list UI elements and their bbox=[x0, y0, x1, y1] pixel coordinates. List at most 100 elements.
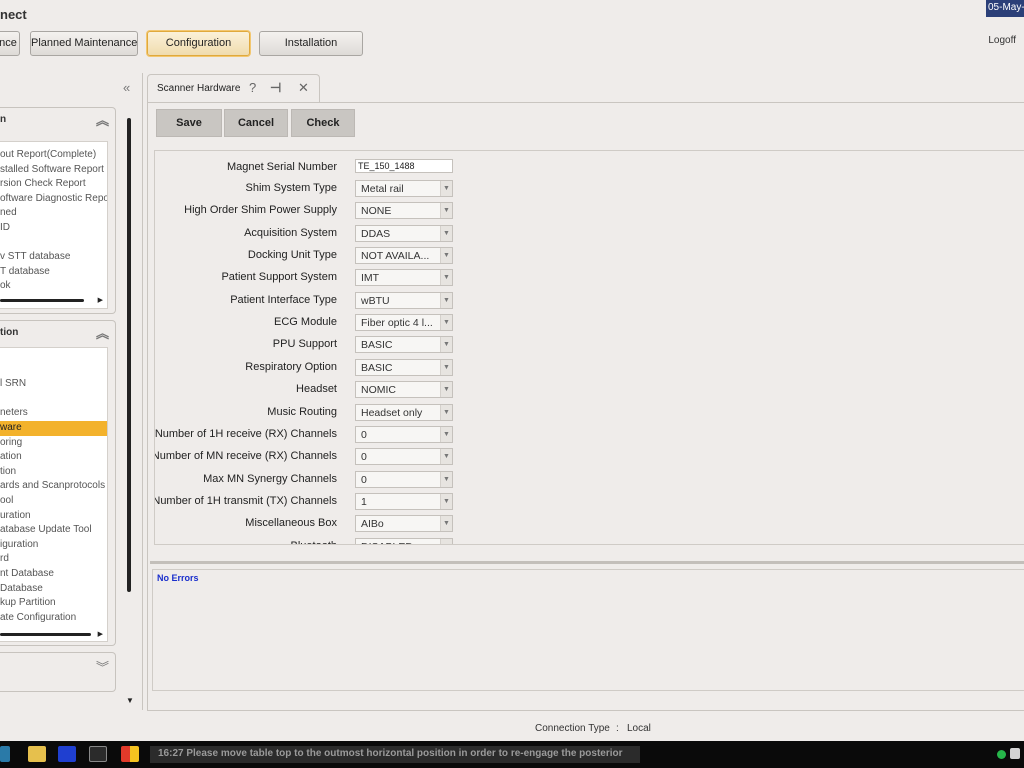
dropdown[interactable]: Headset only ▼ bbox=[355, 403, 453, 421]
chevron-down-icon[interactable]: ▼ bbox=[440, 471, 452, 487]
nav-group-configuration: tion ︽ l SRN neters ware oring ation tion ards… bbox=[0, 320, 116, 646]
nav-item[interactable]: ate Configuration bbox=[0, 611, 107, 626]
start-icon[interactable] bbox=[0, 746, 10, 762]
tab-scanner-hardware[interactable]: Scanner Hardware ? ⊣ ✕ bbox=[147, 74, 320, 103]
horizontal-scrollbar[interactable] bbox=[0, 633, 91, 636]
group-header[interactable]: tion ︽ bbox=[0, 321, 115, 343]
chevron-down-icon[interactable]: ▼ bbox=[440, 292, 452, 308]
nav-item[interactable]: uration bbox=[0, 509, 107, 524]
nav-item[interactable]: l SRN bbox=[0, 377, 107, 392]
nav-item[interactable]: oring bbox=[0, 436, 107, 451]
field-label: Magnet Serial Number bbox=[226, 161, 337, 173]
folder-icon[interactable] bbox=[28, 746, 46, 762]
expand-down-icon[interactable]: ︾ bbox=[96, 657, 109, 676]
nav-item[interactable]: out Report(Complete) bbox=[0, 148, 107, 163]
chevron-down-icon[interactable]: ▼ bbox=[440, 315, 452, 331]
dropdown[interactable]: BASIC ▼ bbox=[355, 358, 453, 376]
chevron-down-icon[interactable]: ▼ bbox=[440, 426, 452, 442]
help-icon[interactable]: ? bbox=[249, 80, 256, 95]
nav-item[interactable]: ware bbox=[0, 420, 107, 436]
chevron-down-icon[interactable]: ▼ bbox=[440, 404, 452, 420]
nav-item[interactable]: stalled Software Report bbox=[0, 163, 107, 178]
nav-item[interactable] bbox=[0, 392, 107, 407]
chevron-down-icon[interactable]: ▼ bbox=[440, 248, 452, 264]
nav-item[interactable]: atabase Update Tool bbox=[0, 523, 107, 538]
chevron-down-icon[interactable]: ▼ bbox=[440, 181, 452, 196]
dropdown[interactable]: BASIC ▼ bbox=[355, 336, 453, 354]
chevron-down-icon[interactable]: ▼ bbox=[440, 337, 452, 353]
nav-item[interactable]: iguration bbox=[0, 538, 107, 553]
dropdown[interactable]: 0 ▼ bbox=[355, 448, 453, 466]
nav-tab-planned-maintenance[interactable]: Planned Maintenance bbox=[30, 31, 138, 56]
pin-icon[interactable]: ⊣ bbox=[270, 80, 281, 96]
dropdown[interactable]: AIBo ▼ bbox=[355, 515, 453, 533]
nav-item[interactable]: ok bbox=[0, 279, 107, 294]
chevron-down-icon[interactable]: ▼ bbox=[440, 203, 452, 219]
logoff-link[interactable]: Logoff bbox=[988, 35, 1016, 46]
nav-item[interactable]: rsion Check Report bbox=[0, 177, 107, 192]
nav-item[interactable]: ation bbox=[0, 450, 107, 465]
dropdown[interactable]: IMT ▼ bbox=[355, 269, 453, 287]
group-title: n bbox=[0, 114, 7, 125]
magnet-serial-input[interactable]: TE_150_1488 bbox=[355, 159, 453, 173]
nav-item[interactable]: ool bbox=[0, 494, 107, 509]
chevron-down-icon[interactable]: ▼ bbox=[440, 270, 452, 286]
nav-item[interactable]: oftware Diagnostic Repo bbox=[0, 192, 107, 207]
dropdown[interactable]: wBTU ▼ bbox=[355, 291, 453, 309]
close-icon[interactable]: ✕ bbox=[298, 80, 309, 96]
nav-item[interactable] bbox=[0, 363, 107, 378]
chevron-down-icon[interactable]: ▼ bbox=[440, 359, 452, 375]
nav-item[interactable]: ned bbox=[0, 206, 107, 221]
chevron-down-icon[interactable]: ▼ bbox=[440, 449, 452, 465]
dropdown[interactable]: Metal rail ▼ bbox=[355, 180, 453, 197]
collapse-panel-icon[interactable]: « bbox=[123, 80, 130, 95]
cancel-button[interactable]: Cancel bbox=[224, 109, 288, 137]
connection-type-value: Local bbox=[627, 723, 651, 734]
nav-item[interactable]: rd bbox=[0, 552, 107, 567]
dropdown[interactable]: NOMIC ▼ bbox=[355, 381, 453, 399]
vertical-scrollbar[interactable] bbox=[127, 118, 131, 592]
nav-group-collapsed[interactable]: ︾ bbox=[0, 652, 116, 692]
check-button[interactable]: Check bbox=[291, 109, 355, 137]
nav-item[interactable]: tion bbox=[0, 465, 107, 480]
windows-icon[interactable] bbox=[121, 746, 139, 762]
group-header[interactable]: n ︽ bbox=[0, 108, 115, 130]
splitter[interactable] bbox=[150, 561, 1024, 564]
nav-item[interactable]: nt Database bbox=[0, 567, 107, 582]
nav-item[interactable]: ards and Scanprotocols bbox=[0, 479, 107, 494]
horizontal-scrollbar[interactable] bbox=[0, 299, 84, 302]
dropdown[interactable]: DISABLED ▼ bbox=[355, 537, 453, 544]
nav-item[interactable] bbox=[0, 236, 107, 251]
collapse-up-icon[interactable]: ︽ bbox=[96, 110, 109, 129]
terminal-icon[interactable] bbox=[89, 746, 107, 762]
nav-tab-configuration[interactable]: Configuration bbox=[147, 31, 250, 56]
nav-item[interactable]: kup Partition bbox=[0, 596, 107, 611]
dropdown[interactable]: Fiber optic 4 l... ▼ bbox=[355, 314, 453, 332]
dropdown[interactable]: NONE ▼ bbox=[355, 202, 453, 220]
nav-item[interactable]: v STT database bbox=[0, 250, 107, 265]
scroll-right-icon[interactable]: ▶ bbox=[98, 630, 103, 638]
chevron-down-icon[interactable]: ▼ bbox=[440, 538, 452, 544]
chevron-down-icon[interactable]: ▼ bbox=[440, 225, 452, 241]
nav-tab-installation[interactable]: Installation bbox=[259, 31, 363, 56]
chevron-down-icon[interactable]: ▼ bbox=[440, 516, 452, 532]
dropdown[interactable]: DDAS ▼ bbox=[355, 224, 453, 242]
save-button[interactable]: Save bbox=[156, 109, 222, 137]
chevron-down-icon[interactable]: ▼ bbox=[440, 493, 452, 509]
nav-item[interactable]: ID bbox=[0, 221, 107, 236]
nav-item[interactable]: Database bbox=[0, 582, 107, 597]
scroll-right-icon[interactable]: ▶ bbox=[98, 296, 103, 304]
collapse-up-icon[interactable]: ︽ bbox=[96, 323, 109, 342]
nav-item[interactable]: neters bbox=[0, 406, 107, 421]
dropdown[interactable]: 0 ▼ bbox=[355, 470, 453, 488]
nav-item[interactable] bbox=[0, 348, 107, 363]
scroll-down-icon[interactable]: ▼ bbox=[126, 696, 134, 705]
dropdown[interactable]: 1 ▼ bbox=[355, 492, 453, 510]
dropdown[interactable]: 0 ▼ bbox=[355, 425, 453, 443]
chevron-down-icon[interactable]: ▼ bbox=[440, 382, 452, 398]
nav-tab-maintenance[interactable]: nce bbox=[0, 31, 20, 56]
dropdown-value: 0 bbox=[361, 451, 367, 464]
app-icon[interactable] bbox=[58, 746, 76, 762]
dropdown[interactable]: NOT AVAILA... ▼ bbox=[355, 247, 453, 265]
nav-item[interactable]: T database bbox=[0, 265, 107, 280]
